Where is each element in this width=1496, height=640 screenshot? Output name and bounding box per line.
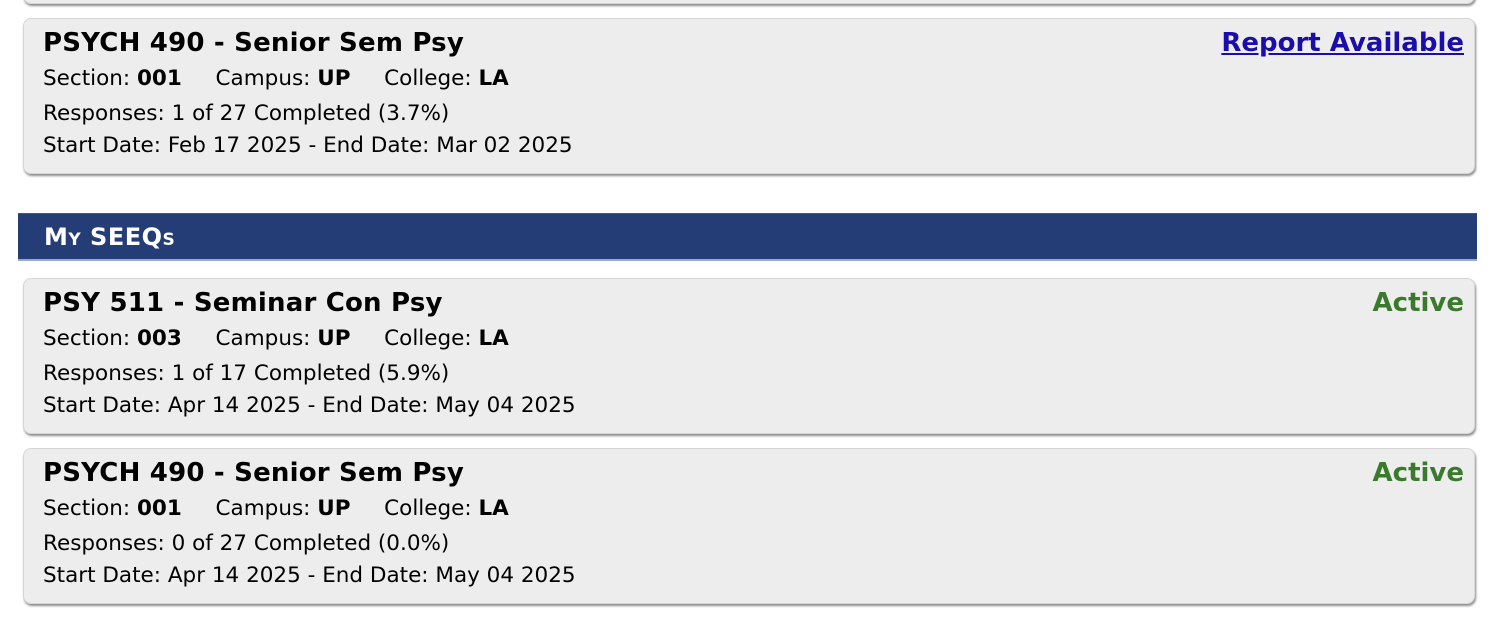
campus-label: Campus:	[215, 326, 311, 351]
start-date-value: Apr 14 2025	[167, 563, 301, 588]
report-available-link[interactable]: Report Available	[1221, 28, 1464, 58]
section-value: 001	[136, 496, 182, 521]
section-label: Section:	[43, 496, 131, 521]
end-date-value: May 04 2025	[435, 393, 576, 418]
responses-value: 0 of 27 Completed (0.0%)	[171, 531, 450, 556]
campus-value: UP	[317, 496, 351, 521]
college-label: College:	[384, 66, 472, 91]
college-label: College:	[384, 496, 472, 521]
start-date-label: Start Date:	[43, 563, 161, 588]
course-title: PSY 511 - Seminar Con Psy	[43, 288, 443, 318]
college-value: LA	[478, 326, 509, 351]
section-value: 001	[136, 66, 182, 91]
responses-label: Responses:	[43, 361, 165, 386]
college-value: LA	[478, 496, 509, 521]
campus-value: UP	[317, 66, 351, 91]
responses-line: Responses: 1 of 17 Completed (5.9%)	[43, 361, 449, 386]
dates-line: Start Date: Apr 14 2025 - End Date: May …	[43, 563, 576, 588]
previous-card-partial	[23, 0, 1475, 4]
section-value: 003	[136, 326, 182, 351]
dates-line: Start Date: Apr 14 2025 - End Date: May …	[43, 393, 576, 418]
responses-line: Responses: 0 of 27 Completed (0.0%)	[43, 531, 449, 556]
start-date-label: Start Date:	[43, 393, 161, 418]
my-seeqs-header: My SEEQs	[18, 213, 1477, 261]
course-meta: Section: 001 Campus: UP College: LA	[43, 66, 509, 91]
end-date-label: - End Date:	[307, 563, 429, 588]
college-label: College:	[384, 326, 472, 351]
course-meta: Section: 003 Campus: UP College: LA	[43, 326, 509, 351]
seeq-card: PSYCH 490 - Senior Sem Psy Active Sectio…	[23, 448, 1475, 604]
campus-label: Campus:	[215, 496, 311, 521]
responses-value: 1 of 17 Completed (5.9%)	[171, 361, 450, 386]
section-label: Section:	[43, 326, 131, 351]
end-date-label: - End Date:	[307, 393, 429, 418]
college-value: LA	[478, 66, 509, 91]
responses-label: Responses:	[43, 531, 165, 556]
seeq-card: PSY 511 - Seminar Con Psy Active Section…	[23, 278, 1475, 434]
responses-line: Responses: 1 of 27 Completed (3.7%)	[43, 101, 449, 126]
section-label: Section:	[43, 66, 131, 91]
page: PSYCH 490 - Senior Sem Psy Report Availa…	[0, 0, 1496, 640]
status-badge: Active	[1372, 288, 1464, 318]
campus-label: Campus:	[215, 66, 311, 91]
campus-value: UP	[317, 326, 351, 351]
course-title: PSYCH 490 - Senior Sem Psy	[43, 28, 464, 58]
course-title: PSYCH 490 - Senior Sem Psy	[43, 458, 464, 488]
section-title: My SEEQs	[44, 223, 176, 251]
course-meta: Section: 001 Campus: UP College: LA	[43, 496, 509, 521]
status-badge: Active	[1372, 458, 1464, 488]
course-card: PSYCH 490 - Senior Sem Psy Report Availa…	[23, 18, 1475, 174]
start-date-label: Start Date:	[43, 133, 161, 158]
responses-value: 1 of 27 Completed (3.7%)	[171, 101, 450, 126]
end-date-value: Mar 02 2025	[436, 133, 573, 158]
dates-line: Start Date: Feb 17 2025 - End Date: Mar …	[43, 133, 573, 158]
end-date-label: - End Date:	[308, 133, 430, 158]
end-date-value: May 04 2025	[435, 563, 576, 588]
responses-label: Responses:	[43, 101, 165, 126]
start-date-value: Feb 17 2025	[167, 133, 302, 158]
start-date-value: Apr 14 2025	[167, 393, 301, 418]
